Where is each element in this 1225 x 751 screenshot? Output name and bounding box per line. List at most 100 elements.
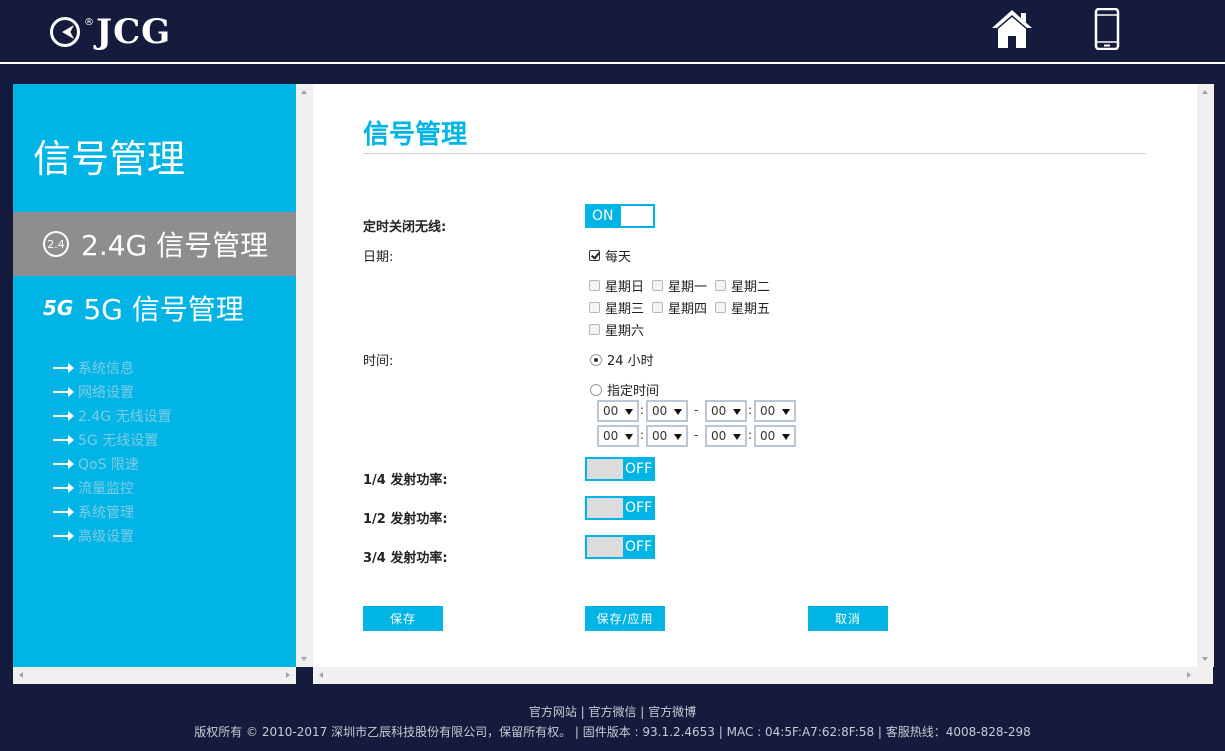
thursday-checkbox[interactable]: 星期四 (652, 298, 707, 317)
sidebar-link-label: 高级设置 (78, 529, 134, 545)
scroll-down-icon[interactable] (301, 657, 307, 661)
toggle-on-text: ON (592, 208, 614, 224)
sidebar-link-label: 5G 无线设置 (78, 433, 159, 449)
title-divider (363, 153, 1146, 154)
main-horizontal-scrollbar[interactable] (313, 667, 1213, 684)
sidebar-link-label: 2.4G 无线设置 (78, 409, 172, 425)
scroll-right-icon[interactable] (286, 672, 290, 678)
sidebar-link-traffic-monitor[interactable]: 流量监控 (53, 476, 172, 500)
save-button[interactable]: 保存 (363, 606, 443, 631)
power-quarter-toggle[interactable]: OFF (585, 457, 655, 481)
checkbox-box[interactable] (715, 302, 726, 313)
page-title: 信号管理 (363, 120, 468, 150)
schedule-off-toggle[interactable]: ON (585, 204, 655, 228)
tuesday-checkbox[interactable]: 星期二 (715, 276, 770, 295)
sidebar-link-system-info[interactable]: 系统信息 (53, 356, 172, 380)
time2-end-minute-select[interactable]: 00 (754, 425, 796, 447)
checkbox-label: 每天 (605, 250, 632, 265)
sidebar-link-label: 系统管理 (78, 505, 134, 521)
time-dash: - (694, 428, 699, 442)
toggle-knob (587, 537, 623, 557)
time-colon: : (640, 428, 645, 442)
time2-end-hour-select[interactable]: 00 (705, 425, 747, 447)
checkbox-box[interactable] (589, 302, 600, 313)
main-vertical-scrollbar[interactable] (1197, 84, 1214, 667)
sidebar-title: 信号管理 (33, 137, 186, 181)
sidebar-item-5g-signal[interactable]: 5G 5G 信号管理 (13, 276, 296, 340)
caret-down-icon (733, 409, 741, 415)
saturday-checkbox[interactable]: 星期六 (589, 320, 644, 339)
sidebar-link-system-management[interactable]: 系统管理 (53, 500, 172, 524)
checkbox-box[interactable] (652, 280, 663, 291)
radio-button[interactable] (590, 353, 602, 366)
time-24h-radio[interactable]: 24 小时 (590, 350, 654, 369)
scroll-up-icon[interactable] (301, 90, 307, 94)
jcg-logo[interactable]: ® JCG (50, 12, 171, 52)
scroll-left-icon[interactable] (319, 672, 323, 678)
checkbox-box[interactable] (652, 302, 663, 313)
caret-down-icon (782, 409, 790, 415)
time1-end-minute-select[interactable]: 00 (754, 400, 796, 422)
checkbox-label: 星期日 (605, 280, 645, 295)
scroll-right-icon[interactable] (1187, 672, 1191, 678)
power-three-quarter-toggle[interactable]: OFF (585, 535, 655, 559)
power-half-toggle[interactable]: OFF (585, 496, 655, 520)
sidebar-link-advanced-settings[interactable]: 高级设置 (53, 524, 172, 548)
everyday-checkbox[interactable]: 每天 (589, 246, 631, 265)
time1-end-hour-select[interactable]: 00 (705, 400, 747, 422)
select-value: 00 (760, 429, 776, 443)
sidebar-link-5g-wireless[interactable]: 5G 无线设置 (53, 428, 172, 452)
sidebar-link-network-settings[interactable]: 网络设置 (53, 380, 172, 404)
save-apply-button[interactable]: 保存/应用 (585, 606, 665, 631)
checkbox-box[interactable] (589, 280, 600, 291)
time2-start-minute-select[interactable]: 00 (646, 425, 688, 447)
wednesday-checkbox[interactable]: 星期三 (589, 298, 644, 317)
checkbox-label: 星期五 (731, 302, 771, 317)
cancel-button[interactable]: 取消 (808, 606, 888, 631)
sidebar-link-label: 系统信息 (78, 361, 134, 377)
footer-links[interactable]: 官方网站 | 官方微信 | 官方微博 (0, 703, 1225, 720)
time1-start-hour-select[interactable]: 00 (597, 400, 639, 422)
logo-text: JCG (96, 12, 172, 52)
checkbox-box[interactable] (715, 280, 726, 291)
caret-down-icon (625, 409, 633, 415)
friday-checkbox[interactable]: 星期五 (715, 298, 770, 317)
footer-copyright: 版权所有 © 2010-2017 深圳市乙辰科技股份有限公司，保留所有权。 | … (194, 725, 1031, 739)
radio-label: 24 小时 (607, 354, 654, 369)
radio-button[interactable] (590, 383, 602, 396)
checkbox-box[interactable] (589, 250, 600, 261)
time-colon: : (640, 403, 645, 417)
sidebar-horizontal-scrollbar[interactable] (13, 667, 296, 684)
sidebar-item-label: 2.4G 信号管理 (81, 229, 269, 262)
scroll-down-icon[interactable] (1202, 657, 1208, 661)
sunday-checkbox[interactable]: 星期日 (589, 276, 644, 295)
time-custom-radio[interactable]: 指定时间 (590, 380, 659, 399)
arrow-right-icon (53, 507, 74, 517)
sidebar-item-24g-signal[interactable]: 2.4 2.4G 信号管理 (13, 212, 296, 276)
mobile-phone-icon[interactable] (1094, 8, 1120, 50)
sidebar-item-label: 5G 信号管理 (83, 293, 244, 326)
schedule-off-label: 定时关闭无线: (363, 220, 447, 235)
sidebar: 信号管理 2.4 2.4G 信号管理 5G 5G 信号管理 系统信息 网络设置 … (13, 84, 296, 667)
checkbox-box[interactable] (589, 324, 600, 335)
sidebar-link-label: 流量监控 (78, 481, 134, 497)
arrow-right-icon (53, 435, 74, 445)
monday-checkbox[interactable]: 星期一 (652, 276, 707, 295)
select-value: 00 (652, 404, 668, 418)
toggle-off-text: OFF (625, 500, 653, 516)
time2-start-hour-select[interactable]: 00 (597, 425, 639, 447)
sidebar-link-label: 网络设置 (78, 385, 134, 401)
top-header: ® JCG (0, 0, 1225, 64)
power-quarter-label: 1/4 发射功率: (363, 473, 448, 488)
arrow-right-icon (53, 363, 74, 373)
sidebar-vertical-scrollbar[interactable] (296, 84, 313, 667)
select-value: 00 (603, 404, 619, 418)
time1-start-minute-select[interactable]: 00 (646, 400, 688, 422)
checkbox-label: 星期二 (731, 280, 771, 295)
sidebar-link-qos[interactable]: QoS 限速 (53, 452, 172, 476)
sidebar-link-24g-wireless[interactable]: 2.4G 无线设置 (53, 404, 172, 428)
scroll-left-icon[interactable] (19, 672, 23, 678)
home-icon[interactable] (990, 8, 1034, 50)
radio-label: 指定时间 (607, 384, 660, 399)
scroll-up-icon[interactable] (1202, 90, 1208, 94)
